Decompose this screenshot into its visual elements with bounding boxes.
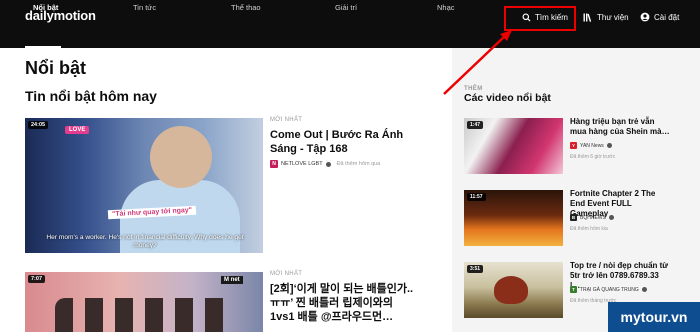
library-label: Thư viện	[597, 12, 629, 22]
video-title[interactable]: Come Out | Bước Ra Ánh Sáng - Tập 168	[270, 128, 420, 156]
channel-row: B BQHNEWS	[570, 214, 614, 221]
search-highlight-box	[504, 6, 576, 31]
panel-title: Các video nổi bật	[464, 92, 551, 104]
library-icon	[583, 13, 593, 22]
channel-badge: LOVE	[65, 126, 90, 134]
user-circle-icon	[640, 12, 650, 22]
thumbnail-face	[150, 126, 212, 188]
section-title: Tin nổi bật hôm nay	[25, 88, 157, 104]
channel-row: T TRẠI GÀ QUANG TRUNG	[570, 286, 647, 293]
video-thumbnail[interactable]: 1:47	[464, 118, 563, 174]
card-category: MỚI NHẤT	[270, 271, 303, 277]
channel-name[interactable]: YAN News	[580, 143, 604, 149]
nav-item-sports[interactable]: Thể thao	[231, 3, 261, 12]
thumbnail-figure	[494, 276, 528, 304]
verified-check-icon	[641, 287, 647, 292]
video-title[interactable]: Hàng triệu bạn trẻ vẫn mua hàng của Shei…	[570, 117, 670, 137]
nav-item-music[interactable]: Nhạc	[437, 3, 455, 12]
card-category: MỚI NHẤT	[270, 117, 303, 123]
duration-badge: 11:57	[467, 193, 486, 201]
library-button[interactable]: Thư viện	[583, 9, 629, 25]
watermark-text: mytour.vn	[620, 309, 688, 325]
verified-check-icon	[606, 143, 612, 148]
watermark-logo: mytour.vn	[608, 302, 700, 332]
video-title[interactable]: [2회]‘이게 말이 되는 배틀인가..ㅠㅠ’ 찐 배틀러 립제이와의 1vs1…	[270, 282, 420, 324]
video-thumbnail[interactable]: 24:05 LOVE "Tài như quay tới ngay" Her m…	[25, 118, 263, 253]
channel-row: N NETLOVE LGBT Đã thêm hôm qua	[270, 160, 380, 168]
posted-time: Đã thêm hôm qua	[336, 161, 381, 167]
video-thumbnail[interactable]: 7:07 M net	[25, 272, 263, 332]
thumbnail-subtitle: Her mom's a worker. He's not in financia…	[46, 234, 244, 249]
verified-check-icon	[325, 161, 331, 167]
duration-badge: 7:07	[28, 275, 46, 283]
settings-label: Cài đặt	[654, 12, 680, 22]
posted-time: Đã thêm 6 giờ trước	[570, 154, 616, 160]
channel-logo[interactable]: Y	[570, 142, 577, 149]
channel-logo[interactable]: T	[570, 286, 577, 293]
channel-row: Y YAN News	[570, 142, 612, 149]
thumbnail-figures	[55, 298, 235, 332]
channel-name[interactable]: TRẠI GÀ QUANG TRUNG	[580, 287, 639, 293]
settings-button[interactable]: Cài đặt	[640, 9, 679, 25]
page-title: Nổi bật	[25, 58, 86, 78]
channel-name[interactable]: BQHNEWS	[580, 215, 606, 221]
channel-logo[interactable]: N	[270, 160, 278, 168]
nav-item-entertainment[interactable]: Giải trí	[335, 3, 357, 12]
verified-check-icon	[608, 215, 614, 220]
nav-active-indicator	[25, 46, 61, 48]
nav-item-featured[interactable]: Nổi bật	[33, 3, 58, 12]
video-thumbnail[interactable]: 3:51	[464, 262, 563, 318]
posted-time: Đã thêm hôm kia	[570, 226, 608, 232]
nav-item-news[interactable]: Tin tức	[133, 3, 156, 12]
category-nav	[0, 32, 700, 48]
duration-badge: 3:51	[467, 265, 484, 273]
video-thumbnail[interactable]: 11:57	[464, 190, 563, 246]
channel-badge: M net	[221, 276, 243, 284]
duration-badge: 24:05	[28, 121, 49, 129]
channel-logo[interactable]: B	[570, 214, 577, 221]
channel-name[interactable]: NETLOVE LGBT	[281, 161, 323, 167]
duration-badge: 1:47	[467, 121, 484, 129]
